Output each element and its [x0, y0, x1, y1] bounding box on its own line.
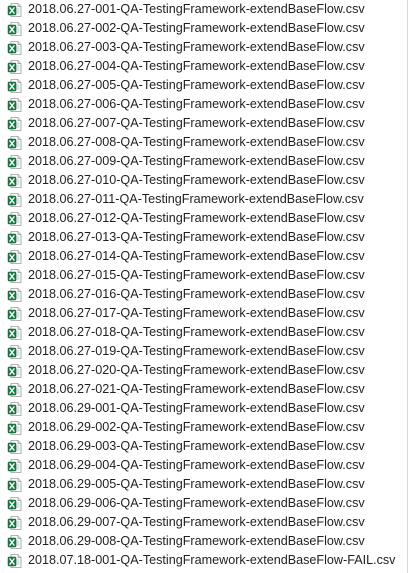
file-name: 2018.06.29-001-QA-TestingFramework-exten… [28, 401, 365, 415]
file-name: 2018.06.27-016-QA-TestingFramework-exten… [28, 287, 365, 301]
file-name: 2018.06.27-003-QA-TestingFramework-exten… [28, 40, 365, 54]
file-list-item[interactable]: 2018.06.27-014-QA-TestingFramework-exten… [0, 247, 407, 266]
file-list-item[interactable]: 2018.06.27-020-QA-TestingFramework-exten… [0, 361, 407, 380]
excel-csv-icon [7, 154, 23, 170]
excel-csv-icon [7, 40, 23, 56]
file-list-item[interactable]: 2018.06.29-008-QA-TestingFramework-exten… [0, 532, 407, 551]
file-name: 2018.06.27-009-QA-TestingFramework-exten… [28, 154, 365, 168]
file-name: 2018.06.27-018-QA-TestingFramework-exten… [28, 325, 365, 339]
excel-csv-icon [7, 135, 23, 151]
excel-csv-icon [7, 249, 23, 265]
excel-csv-icon [7, 2, 23, 18]
excel-csv-icon [7, 515, 23, 531]
file-name: 2018.06.27-004-QA-TestingFramework-exten… [28, 59, 365, 73]
excel-csv-icon [7, 325, 23, 341]
file-name: 2018.06.29-008-QA-TestingFramework-exten… [28, 534, 365, 548]
excel-csv-icon [7, 78, 23, 94]
file-name: 2018.06.27-007-QA-TestingFramework-exten… [28, 116, 365, 130]
file-name: 2018.06.29-007-QA-TestingFramework-exten… [28, 515, 365, 529]
file-list-item[interactable]: 2018.06.27-011-QA-TestingFramework-exten… [0, 190, 407, 209]
file-list-item[interactable]: 2018.06.27-007-QA-TestingFramework-exten… [0, 114, 407, 133]
file-name: 2018.06.27-002-QA-TestingFramework-exten… [28, 21, 365, 35]
excel-csv-icon [7, 439, 23, 455]
file-list-item[interactable]: 2018.06.29-002-QA-TestingFramework-exten… [0, 418, 407, 437]
file-list-item[interactable]: 2018.06.27-016-QA-TestingFramework-exten… [0, 285, 407, 304]
file-name: 2018.06.29-003-QA-TestingFramework-exten… [28, 439, 365, 453]
file-list-item[interactable]: 2018.06.27-015-QA-TestingFramework-exten… [0, 266, 407, 285]
file-list-item[interactable]: 2018.06.27-021-QA-TestingFramework-exten… [0, 380, 407, 399]
file-list-item[interactable]: 2018.06.27-019-QA-TestingFramework-exten… [0, 342, 407, 361]
excel-csv-icon [7, 534, 23, 550]
file-name: 2018.06.27-017-QA-TestingFramework-exten… [28, 306, 365, 320]
excel-csv-icon [7, 59, 23, 75]
excel-csv-icon [7, 306, 23, 322]
file-name: 2018.06.27-019-QA-TestingFramework-exten… [28, 344, 365, 358]
file-list-item[interactable]: 2018.06.27-006-QA-TestingFramework-exten… [0, 95, 407, 114]
excel-csv-icon [7, 211, 23, 227]
excel-csv-icon [7, 192, 23, 208]
excel-csv-icon [7, 401, 23, 417]
file-name: 2018.06.27-001-QA-TestingFramework-exten… [28, 2, 365, 16]
file-list-item[interactable]: 2018.06.27-013-QA-TestingFramework-exten… [0, 228, 407, 247]
file-name: 2018.06.27-011-QA-TestingFramework-exten… [28, 192, 364, 206]
file-name: 2018.06.27-014-QA-TestingFramework-exten… [28, 249, 365, 263]
file-name: 2018.06.27-010-QA-TestingFramework-exten… [28, 173, 365, 187]
file-name: 2018.06.29-005-QA-TestingFramework-exten… [28, 477, 365, 491]
file-list-item[interactable]: 2018.06.27-002-QA-TestingFramework-exten… [0, 19, 407, 38]
excel-csv-icon [7, 496, 23, 512]
excel-csv-icon [7, 382, 23, 398]
file-name: 2018.06.27-005-QA-TestingFramework-exten… [28, 78, 365, 92]
excel-csv-icon [7, 458, 23, 474]
file-list-item[interactable]: 2018.06.29-005-QA-TestingFramework-exten… [0, 475, 407, 494]
file-list-item[interactable]: 2018.07.18-001-QA-TestingFramework-exten… [0, 551, 407, 570]
file-list-item[interactable]: 2018.06.29-007-QA-TestingFramework-exten… [0, 513, 407, 532]
excel-csv-icon [7, 553, 23, 569]
excel-csv-icon [7, 21, 23, 37]
file-list-item[interactable]: 2018.06.27-017-QA-TestingFramework-exten… [0, 304, 407, 323]
file-name: 2018.06.29-006-QA-TestingFramework-exten… [28, 496, 365, 510]
file-name: 2018.06.27-015-QA-TestingFramework-exten… [28, 268, 365, 282]
file-name: 2018.06.27-013-QA-TestingFramework-exten… [28, 230, 365, 244]
excel-csv-icon [7, 173, 23, 189]
excel-csv-icon [7, 477, 23, 493]
file-name: 2018.06.29-004-QA-TestingFramework-exten… [28, 458, 365, 472]
excel-csv-icon [7, 230, 23, 246]
file-name: 2018.06.27-008-QA-TestingFramework-exten… [28, 135, 365, 149]
file-name: 2018.06.27-020-QA-TestingFramework-exten… [28, 363, 365, 377]
file-list-item[interactable]: 2018.06.27-012-QA-TestingFramework-exten… [0, 209, 407, 228]
excel-csv-icon [7, 97, 23, 113]
file-list-item[interactable]: 2018.06.27-009-QA-TestingFramework-exten… [0, 152, 407, 171]
file-list-item[interactable]: 2018.06.29-001-QA-TestingFramework-exten… [0, 399, 407, 418]
excel-csv-icon [7, 363, 23, 379]
file-list-item[interactable]: 2018.06.29-006-QA-TestingFramework-exten… [0, 494, 407, 513]
file-list-item[interactable]: 2018.06.27-010-QA-TestingFramework-exten… [0, 171, 407, 190]
excel-csv-icon [7, 287, 23, 303]
file-list-item[interactable]: 2018.06.27-018-QA-TestingFramework-exten… [0, 323, 407, 342]
file-name: 2018.06.29-002-QA-TestingFramework-exten… [28, 420, 365, 434]
file-list-item[interactable]: 2018.06.27-001-QA-TestingFramework-exten… [0, 0, 407, 19]
file-list-item[interactable]: 2018.06.27-003-QA-TestingFramework-exten… [0, 38, 407, 57]
file-name: 2018.07.18-001-QA-TestingFramework-exten… [28, 553, 396, 567]
file-list-item[interactable]: 2018.06.27-004-QA-TestingFramework-exten… [0, 57, 407, 76]
excel-csv-icon [7, 344, 23, 360]
excel-csv-icon [7, 420, 23, 436]
file-name: 2018.06.27-012-QA-TestingFramework-exten… [28, 211, 365, 225]
file-list-item[interactable]: 2018.06.29-003-QA-TestingFramework-exten… [0, 437, 407, 456]
file-list-item[interactable]: 2018.06.27-005-QA-TestingFramework-exten… [0, 76, 407, 95]
file-list-item[interactable]: 2018.06.27-008-QA-TestingFramework-exten… [0, 133, 407, 152]
file-list-item[interactable]: 2018.06.29-004-QA-TestingFramework-exten… [0, 456, 407, 475]
file-name: 2018.06.27-006-QA-TestingFramework-exten… [28, 97, 365, 111]
excel-csv-icon [7, 116, 23, 132]
file-name: 2018.06.27-021-QA-TestingFramework-exten… [28, 382, 365, 396]
excel-csv-icon [7, 268, 23, 284]
file-list: 2018.06.27-001-QA-TestingFramework-exten… [0, 0, 408, 573]
